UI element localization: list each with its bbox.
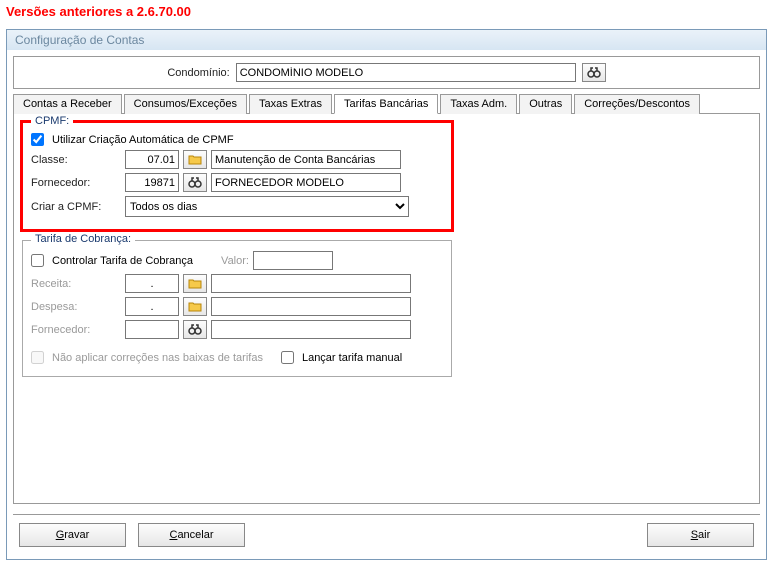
nao-aplicar-checkbox xyxy=(31,351,44,364)
tab-taxas-extras[interactable]: Taxas Extras xyxy=(249,94,332,114)
lancar-manual-label: Lançar tarifa manual xyxy=(302,352,402,364)
config-window: Configuração de Contas Condomínio: Conta… xyxy=(6,29,767,560)
despesa-label: Despesa: xyxy=(31,301,121,313)
criar-label: Criar a CPMF: xyxy=(31,201,121,213)
window-title: Configuração de Contas xyxy=(7,30,766,50)
binoculars-icon xyxy=(587,67,601,79)
fornecedor-code-input[interactable] xyxy=(125,173,179,192)
receita-browse-button[interactable] xyxy=(183,274,207,293)
nao-aplicar-label: Não aplicar correções nas baixas de tari… xyxy=(52,352,263,364)
tarifa-legend: Tarifa de Cobrança: xyxy=(31,233,135,245)
classe-browse-button[interactable] xyxy=(183,150,207,169)
classe-desc-input[interactable] xyxy=(211,150,401,169)
sair-button[interactable]: Sair xyxy=(647,523,754,547)
version-header: Versões anteriores a 2.6.70.00 xyxy=(0,0,773,23)
tab-panel: CPMF: Utilizar Criação Automática de CPM… xyxy=(13,114,760,504)
classe-code-input[interactable] xyxy=(125,150,179,169)
condominio-search-button[interactable] xyxy=(582,63,606,82)
controlar-tarifa-checkbox[interactable] xyxy=(31,254,44,267)
classe-label: Classe: xyxy=(31,154,121,166)
tab-strip: Contas a Receber Consumos/Exceções Taxas… xyxy=(13,93,760,114)
tab-taxas-adm[interactable]: Taxas Adm. xyxy=(440,94,517,114)
tab-outras[interactable]: Outras xyxy=(519,94,572,114)
despesa-code-input[interactable] xyxy=(125,297,179,316)
receita-label: Receita: xyxy=(31,278,121,290)
folder-icon xyxy=(188,301,202,312)
tab-correcoes[interactable]: Correções/Descontos xyxy=(574,94,700,114)
valor-input[interactable] xyxy=(253,251,333,270)
fornecedor-search-button[interactable] xyxy=(183,173,207,192)
lancar-manual-checkbox[interactable] xyxy=(281,351,294,364)
tarifa-fornecedor-label: Fornecedor: xyxy=(31,324,121,336)
gravar-button[interactable]: Gravar xyxy=(19,523,126,547)
binoculars-icon xyxy=(188,324,202,336)
valor-label: Valor: xyxy=(221,255,249,267)
condominio-label: Condomínio: xyxy=(167,67,229,79)
cpmf-auto-label: Utilizar Criação Automática de CPMF xyxy=(52,134,234,146)
condominio-row: Condomínio: xyxy=(13,56,760,89)
cancelar-button[interactable]: Cancelar xyxy=(138,523,245,547)
criar-cpmf-select[interactable]: Todos os dias xyxy=(125,196,409,217)
folder-icon xyxy=(188,278,202,289)
binoculars-icon xyxy=(188,177,202,189)
cpmf-auto-checkbox[interactable] xyxy=(31,133,44,146)
receita-desc-input[interactable] xyxy=(211,274,411,293)
tab-consumos[interactable]: Consumos/Exceções xyxy=(124,94,247,114)
cpmf-legend: CPMF: xyxy=(31,115,73,127)
fornecedor-label: Fornecedor: xyxy=(31,177,121,189)
tarifa-fornecedor-search-button[interactable] xyxy=(183,320,207,339)
tab-contas-receber[interactable]: Contas a Receber xyxy=(13,94,122,114)
tarifa-group: Tarifa de Cobrança: Controlar Tarifa de … xyxy=(22,240,452,377)
button-bar: Gravar Cancelar Sair xyxy=(13,514,760,553)
tarifa-fornecedor-code-input[interactable] xyxy=(125,320,179,339)
fornecedor-desc-input[interactable] xyxy=(211,173,401,192)
tab-tarifas-bancarias[interactable]: Tarifas Bancárias xyxy=(334,94,438,114)
cpmf-group: CPMF: Utilizar Criação Automática de CPM… xyxy=(22,122,452,230)
receita-code-input[interactable] xyxy=(125,274,179,293)
folder-icon xyxy=(188,154,202,165)
condominio-input[interactable] xyxy=(236,63,576,82)
despesa-browse-button[interactable] xyxy=(183,297,207,316)
tarifa-fornecedor-desc-input[interactable] xyxy=(211,320,411,339)
despesa-desc-input[interactable] xyxy=(211,297,411,316)
controlar-tarifa-label: Controlar Tarifa de Cobrança xyxy=(52,255,193,267)
